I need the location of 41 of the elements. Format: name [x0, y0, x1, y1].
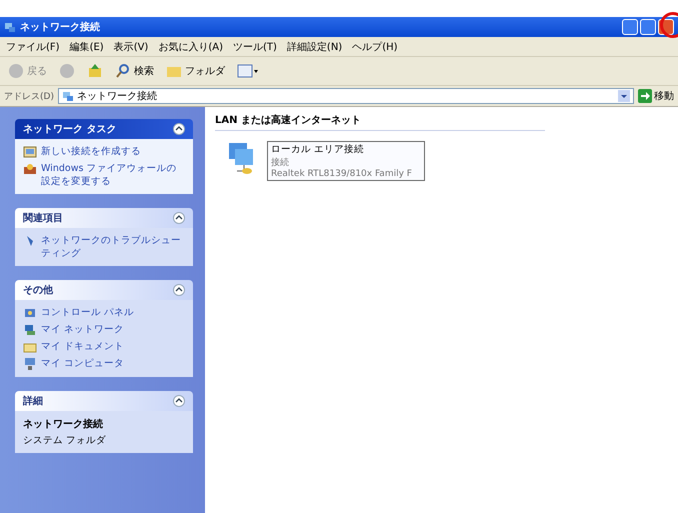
panel-header[interactable]: 関連項目: [15, 208, 193, 228]
group-heading: LAN または高速インターネット: [215, 113, 545, 131]
task-link[interactable]: マイ コンピュータ: [23, 357, 185, 371]
menu-item[interactable]: 表示(V): [114, 40, 148, 54]
folders-button[interactable]: フォルダ: [164, 61, 227, 81]
address-label: アドレス(D): [4, 90, 54, 102]
panel-header[interactable]: その他: [15, 280, 193, 300]
menu-item[interactable]: お気に入り(A): [158, 40, 223, 54]
monitor-icon: [23, 145, 37, 159]
task-link[interactable]: 新しい接続を作成する: [23, 145, 185, 159]
task-link[interactable]: マイ ネットワーク: [23, 323, 185, 337]
up-folder-icon: [87, 63, 103, 79]
details-type: システム フォルダ: [23, 434, 108, 447]
dropdown-icon[interactable]: [618, 90, 630, 102]
network-icon: [62, 90, 74, 102]
menu-item[interactable]: ツール(T): [233, 40, 277, 54]
maximize-button[interactable]: [640, 19, 656, 35]
computer-icon: [23, 357, 37, 371]
network-icon: [23, 323, 37, 337]
minimize-button[interactable]: [622, 19, 638, 35]
search-icon: [115, 63, 131, 79]
window-title: ネットワーク接続: [20, 20, 100, 34]
arrow-icon: [638, 89, 652, 103]
address-field[interactable]: ネットワーク接続: [58, 88, 634, 104]
panel-header[interactable]: 詳細: [15, 391, 193, 411]
details-name: ネットワーク接続: [23, 418, 104, 431]
menu-item[interactable]: ヘルプ(H): [352, 40, 398, 54]
network-icon: [4, 21, 16, 33]
menu-item[interactable]: ファイル(F): [6, 40, 60, 54]
panel-header[interactable]: ネットワーク タスク: [15, 119, 193, 139]
search-button[interactable]: 検索: [113, 61, 156, 81]
task-link[interactable]: マイ ドキュメント: [23, 340, 185, 354]
menu-item[interactable]: 編集(E): [70, 40, 104, 54]
task-link[interactable]: Windows ファイアウォールの設定を変更する: [23, 162, 185, 188]
task-link[interactable]: コントロール パネル: [23, 306, 185, 320]
firewall-icon: [23, 162, 37, 176]
go-button[interactable]: 移動: [638, 89, 674, 103]
control-panel-icon: [23, 306, 37, 320]
menu-item[interactable]: 詳細設定(N): [286, 40, 342, 54]
views-icon: [237, 63, 259, 79]
task-link[interactable]: ネットワークのトラブルシューティング: [23, 234, 185, 260]
